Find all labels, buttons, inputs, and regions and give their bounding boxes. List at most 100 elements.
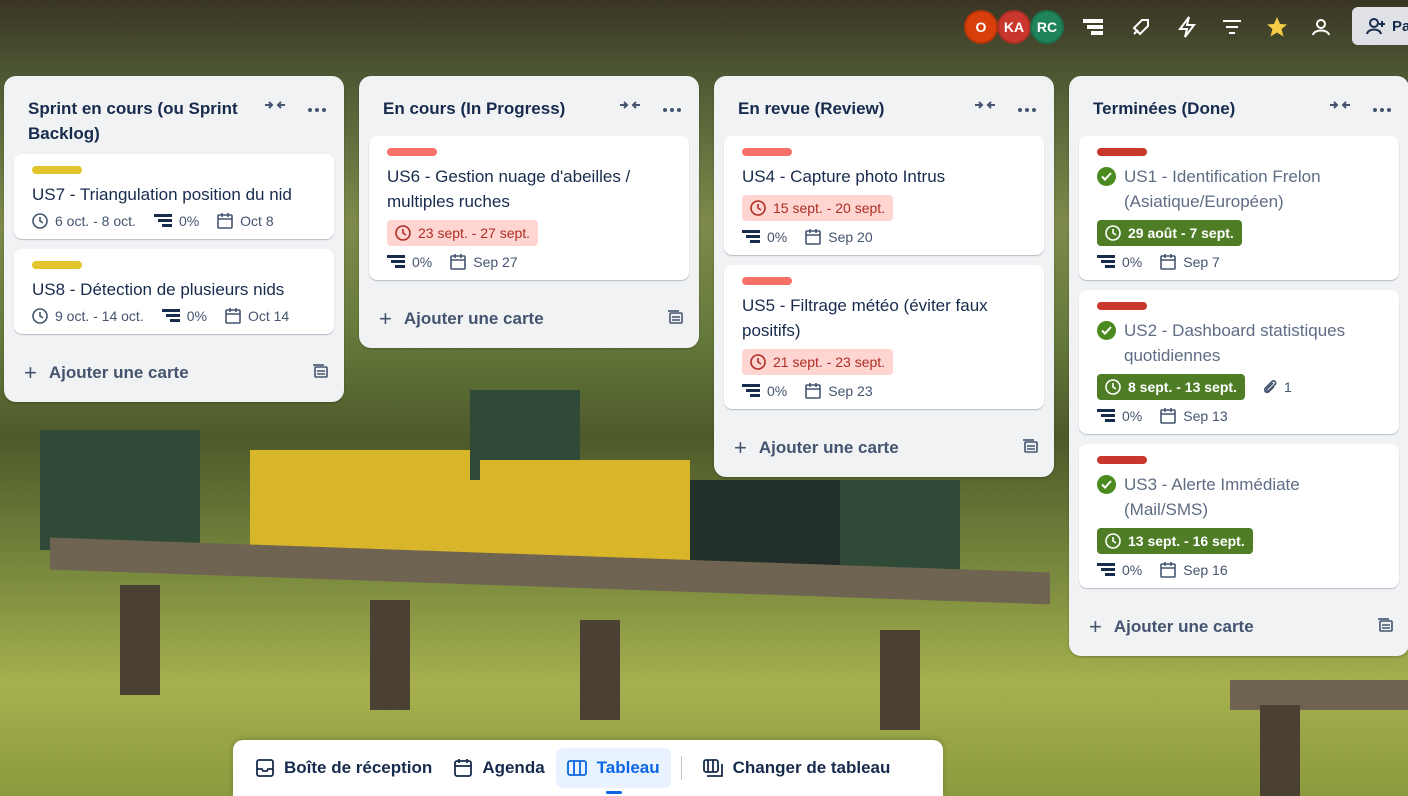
date-badge[interactable]: 13 sept. - 16 sept. [1097, 528, 1253, 554]
collapse-icon[interactable] [264, 94, 286, 119]
card-template-icon[interactable] [667, 309, 683, 330]
more-icon[interactable] [663, 94, 681, 119]
list-title[interactable]: En revue (Review) [738, 99, 884, 118]
due-badge: Sep 23 [805, 383, 873, 399]
calendar-icon [450, 254, 467, 270]
progress-badge: 0% [1097, 408, 1142, 424]
more-icon[interactable] [308, 94, 326, 119]
clock-icon [1105, 379, 1121, 395]
nav-board[interactable]: Tableau [555, 748, 671, 794]
nav-switch-board[interactable]: Changer de tableau [692, 748, 902, 788]
list-title[interactable]: Terminées (Done) [1093, 99, 1235, 118]
due-badge: Sep 13 [1160, 408, 1228, 424]
plus-icon: + [1089, 614, 1102, 639]
switch-board-icon [702, 759, 723, 777]
date-badge[interactable]: 9 oct. - 14 oct. [32, 308, 144, 324]
calendar-icon [805, 229, 822, 245]
bottom-navigation: Boîte de réception Agenda Tableau Change… [233, 740, 943, 796]
card-template-icon[interactable] [1022, 438, 1038, 459]
collapse-icon[interactable] [1329, 94, 1351, 119]
avatar[interactable]: KA [997, 10, 1031, 44]
plus-icon: + [24, 360, 37, 385]
card[interactable]: US6 - Gestion nuage d'abeilles / multipl… [369, 136, 689, 280]
card-label[interactable] [387, 148, 437, 156]
progress-badge: 0% [153, 213, 199, 229]
add-card-button[interactable]: + Ajouter une carte [4, 344, 344, 402]
list-title[interactable]: En cours (In Progress) [383, 99, 565, 118]
calendar-icon [225, 308, 241, 324]
more-icon[interactable] [1018, 94, 1036, 119]
collapse-icon[interactable] [974, 94, 996, 119]
card-label[interactable] [1097, 302, 1147, 310]
more-icon[interactable] [1373, 94, 1391, 119]
due-badge: Sep 16 [1160, 562, 1228, 578]
list-review: En revue (Review) US4 - Capture photo In… [714, 76, 1054, 477]
add-card-button[interactable]: + Ajouter une carte [1069, 598, 1408, 656]
progress-icon [1097, 563, 1115, 576]
card[interactable]: US1 - Identification Frelon (Asiatique/E… [1079, 136, 1399, 280]
clock-icon [750, 200, 766, 216]
avatar[interactable]: O [964, 10, 998, 44]
calendar-icon [1160, 254, 1177, 270]
date-badge[interactable]: 23 sept. - 27 sept. [387, 220, 539, 246]
share-label: Pa [1392, 17, 1408, 35]
due-badge: Oct 14 [225, 308, 289, 324]
clock-icon [1105, 533, 1121, 549]
filter-icon[interactable] [1218, 13, 1246, 41]
star-icon[interactable] [1263, 13, 1291, 41]
board-header: O KA RC Pa [0, 0, 1408, 56]
visibility-icon[interactable] [1307, 13, 1335, 41]
progress-badge: 0% [742, 383, 787, 399]
card-template-icon[interactable] [312, 363, 328, 384]
nav-divider [680, 756, 682, 780]
card-title: US3 - Alerte Immédiate (Mail/SMS) [1124, 475, 1300, 519]
share-button[interactable]: Pa [1352, 7, 1408, 45]
card-label[interactable] [1097, 148, 1147, 156]
card-label[interactable] [1097, 456, 1147, 464]
card-title: US4 - Capture photo Intrus [742, 167, 946, 186]
progress-icon [742, 230, 760, 243]
card[interactable]: US8 - Détection de plusieurs nids 9 oct.… [14, 249, 334, 334]
progress-icon [387, 255, 405, 268]
list-title[interactable]: Sprint en cours (ou Sprint Backlog) [28, 99, 238, 143]
date-badge[interactable]: 15 sept. - 20 sept. [742, 195, 894, 221]
card[interactable]: US3 - Alerte Immédiate (Mail/SMS) 13 sep… [1079, 444, 1399, 588]
progress-icon [742, 384, 760, 397]
nav-planner[interactable]: Agenda [443, 748, 555, 788]
date-badge[interactable]: 6 oct. - 8 oct. [32, 213, 136, 229]
card-label[interactable] [742, 148, 792, 156]
card-label[interactable] [32, 166, 82, 174]
due-badge: Sep 20 [805, 229, 873, 245]
complete-check-icon[interactable] [1097, 167, 1116, 186]
board-filter-icon[interactable] [1079, 13, 1107, 41]
date-badge[interactable]: 21 sept. - 23 sept. [742, 349, 894, 375]
date-badge[interactable]: 29 août - 7 sept. [1097, 220, 1242, 246]
card-label[interactable] [32, 261, 82, 269]
add-card-button[interactable]: + Ajouter une carte [359, 290, 699, 348]
date-badge[interactable]: 8 sept. - 13 sept. [1097, 374, 1245, 400]
card-template-icon[interactable] [1377, 617, 1393, 638]
complete-check-icon[interactable] [1097, 321, 1116, 340]
add-card-button[interactable]: + Ajouter une carte [714, 419, 1054, 477]
card[interactable]: US5 - Filtrage météo (éviter faux positi… [724, 265, 1044, 409]
card[interactable]: US4 - Capture photo Intrus 15 sept. - 20… [724, 136, 1044, 255]
paperclip-icon [1263, 380, 1277, 394]
card[interactable]: US7 - Triangulation position du nid 6 oc… [14, 154, 334, 239]
progress-badge: 0% [1097, 254, 1142, 270]
avatar[interactable]: RC [1030, 10, 1064, 44]
calendar-icon [454, 759, 473, 777]
inbox-icon [256, 759, 274, 777]
progress-icon [153, 214, 172, 227]
card[interactable]: US2 - Dashboard statistiques quotidienne… [1079, 290, 1399, 434]
card-label[interactable] [742, 277, 792, 285]
power-ups-icon[interactable] [1127, 13, 1155, 41]
collapse-icon[interactable] [619, 94, 641, 119]
nav-inbox[interactable]: Boîte de réception [245, 748, 443, 788]
due-badge: Sep 7 [1160, 254, 1220, 270]
calendar-icon [217, 213, 233, 229]
card-title: US1 - Identification Frelon (Asiatique/E… [1124, 167, 1321, 211]
progress-badge: 0% [1097, 562, 1142, 578]
due-badge: Sep 27 [450, 254, 518, 270]
complete-check-icon[interactable] [1097, 475, 1116, 494]
automation-icon[interactable] [1173, 13, 1201, 41]
